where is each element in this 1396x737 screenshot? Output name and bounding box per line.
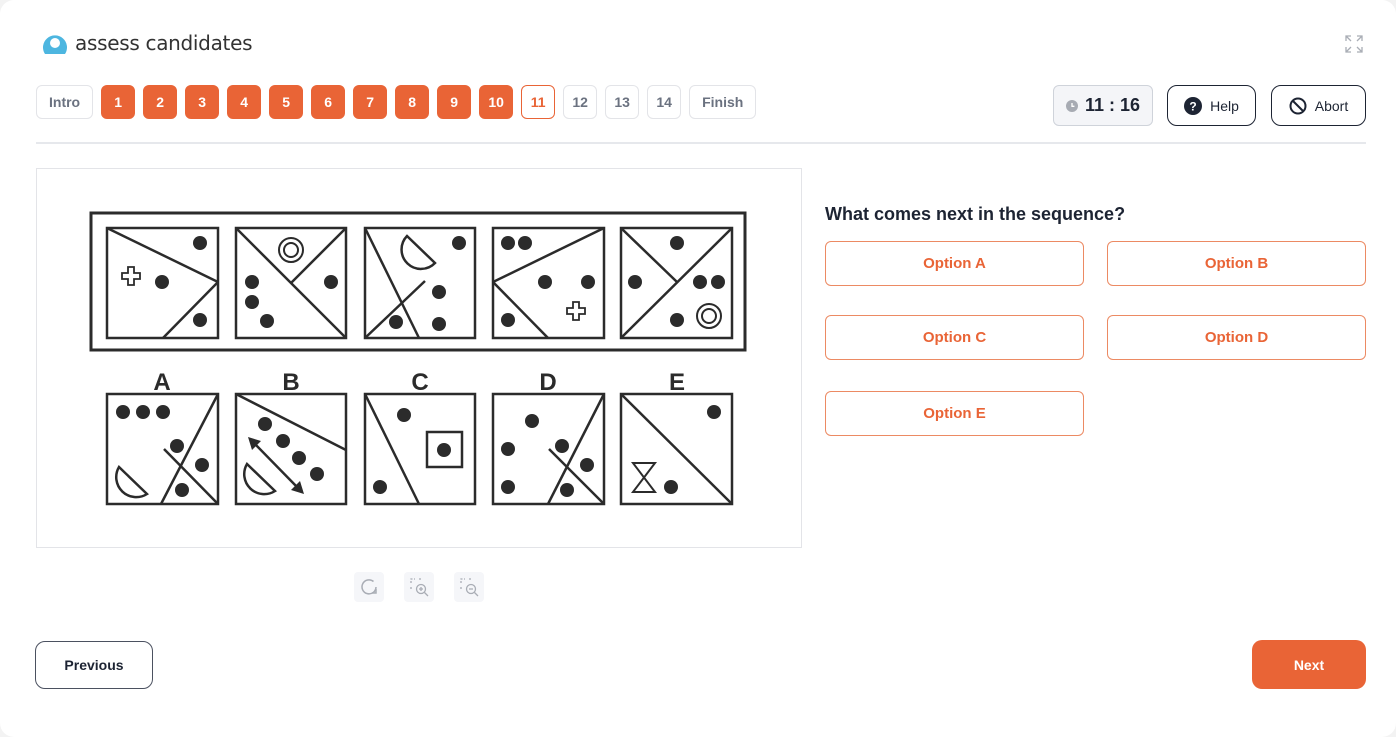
brand-name: assess candidates — [75, 31, 253, 55]
nav-question-12[interactable]: 12 — [563, 85, 598, 119]
zoom-in-icon — [410, 578, 429, 597]
help-button[interactable]: ? Help — [1167, 85, 1256, 126]
answer-label-b: B — [282, 369, 299, 396]
sequence-puzzle-figure: A B C D E — [89, 211, 747, 506]
zoom-out-icon — [460, 578, 479, 597]
option-e-button[interactable]: Option E — [825, 391, 1084, 436]
countdown-timer: 11 : 16 — [1053, 85, 1153, 126]
next-button[interactable]: Next — [1252, 640, 1366, 689]
nav-intro[interactable]: Intro — [36, 85, 94, 119]
cross-shape — [121, 266, 141, 286]
option-d-button[interactable]: Option D — [1107, 315, 1366, 360]
abort-button[interactable]: Abort — [1271, 85, 1366, 126]
sequence-frame — [89, 211, 747, 352]
puzzle-image: A B C D E — [36, 168, 802, 548]
question-text: What comes next in the sequence? — [825, 204, 1126, 224]
fullscreen-expand-icon[interactable] — [1344, 34, 1364, 54]
nav-question-9[interactable]: 9 — [437, 85, 472, 119]
answer-label-d: D — [539, 369, 556, 396]
nav-question-6[interactable]: 6 — [311, 85, 346, 119]
nav-question-1[interactable]: 1 — [101, 85, 136, 119]
answer-label-e: E — [669, 369, 685, 396]
cross-shape — [566, 301, 586, 321]
reset-button[interactable] — [354, 572, 384, 602]
zoom-out-button[interactable] — [454, 572, 484, 602]
ban-icon — [1289, 97, 1307, 114]
brand-logo: assess candidates — [41, 30, 253, 56]
header-divider — [36, 142, 1366, 144]
nav-question-10[interactable]: 10 — [479, 85, 514, 119]
previous-button[interactable]: Previous — [35, 641, 153, 689]
nav-question-5[interactable]: 5 — [269, 85, 304, 119]
nav-question-11[interactable]: 11 — [521, 85, 556, 119]
logo-icon — [43, 35, 67, 54]
clock-icon — [1065, 99, 1078, 112]
nav-question-14[interactable]: 14 — [647, 85, 682, 119]
nav-question-3[interactable]: 3 — [185, 85, 220, 119]
answer-label-a: A — [153, 369, 170, 396]
nav-question-4[interactable]: 4 — [227, 85, 262, 119]
svg-text:?: ? — [1189, 99, 1196, 113]
assessment-card: assess candidates Intro 1 2 3 4 5 6 7 8 … — [0, 0, 1396, 737]
answer-label-c: C — [411, 369, 428, 396]
option-c-button[interactable]: Option C — [825, 315, 1084, 360]
question-circle-icon: ? — [1184, 96, 1203, 115]
hourglass-shape — [630, 462, 658, 493]
nav-question-8[interactable]: 8 — [395, 85, 430, 119]
question-navigation: Intro 1 2 3 4 5 6 7 8 9 10 11 12 13 14 F… — [36, 85, 757, 119]
half-circle-shape — [400, 234, 437, 271]
zoom-in-button[interactable] — [404, 572, 434, 602]
reset-icon — [361, 579, 377, 595]
option-a-button[interactable]: Option A — [825, 241, 1084, 286]
nav-finish[interactable]: Finish — [689, 85, 757, 119]
timer-value: 11 : 16 — [1084, 95, 1141, 115]
nav-question-13[interactable]: 13 — [605, 85, 640, 119]
nav-question-7[interactable]: 7 — [353, 85, 388, 119]
help-label: Help — [1210, 97, 1239, 114]
abort-label: Abort — [1314, 97, 1349, 114]
nav-question-2[interactable]: 2 — [143, 85, 178, 119]
option-b-button[interactable]: Option B — [1107, 241, 1366, 286]
